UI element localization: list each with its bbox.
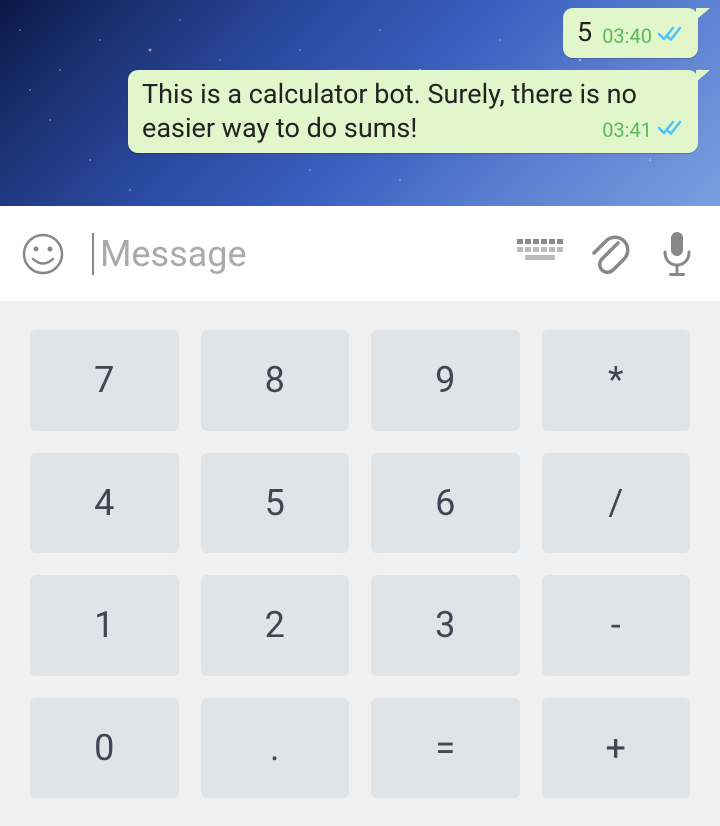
message-text: 5 xyxy=(577,16,592,48)
key-minus[interactable]: - xyxy=(542,575,691,676)
mic-icon[interactable] xyxy=(652,229,702,279)
read-ticks-icon xyxy=(658,25,686,47)
key-plus[interactable]: + xyxy=(542,698,691,799)
message-meta: 03:41 xyxy=(602,118,686,142)
chat-background: 5 03:40 This is a calculator bot. Surely… xyxy=(0,0,720,206)
emoji-icon[interactable] xyxy=(18,229,68,279)
key-0[interactable]: 0 xyxy=(30,698,179,799)
keyboard-icon[interactable] xyxy=(516,229,566,279)
key-6[interactable]: 6 xyxy=(371,453,520,554)
key-3[interactable]: 3 xyxy=(371,575,520,676)
message-bubble[interactable]: 5 03:40 xyxy=(563,8,698,58)
attach-icon[interactable] xyxy=(584,229,634,279)
read-ticks-icon xyxy=(658,119,686,141)
key-5[interactable]: 5 xyxy=(201,453,350,554)
message-time: 03:40 xyxy=(602,24,652,48)
message-text: This is a calculator bot. Surely, there … xyxy=(142,78,637,144)
message-input[interactable]: Message xyxy=(92,233,498,275)
key-2[interactable]: 2 xyxy=(201,575,350,676)
key-1[interactable]: 1 xyxy=(30,575,179,676)
calculator-keyboard: 7 8 9 * 4 5 6 / 1 2 3 - 0 . = + xyxy=(0,302,720,826)
message-meta: 03:40 xyxy=(602,24,686,48)
key-equals[interactable]: = xyxy=(371,698,520,799)
key-8[interactable]: 8 xyxy=(201,330,350,431)
key-9[interactable]: 9 xyxy=(371,330,520,431)
message-time: 03:41 xyxy=(602,118,652,142)
message-bubble[interactable]: This is a calculator bot. Surely, there … xyxy=(128,70,698,154)
key-dot[interactable]: . xyxy=(201,698,350,799)
key-multiply[interactable]: * xyxy=(542,330,691,431)
key-4[interactable]: 4 xyxy=(30,453,179,554)
key-divide[interactable]: / xyxy=(542,453,691,554)
message-input-bar: Message xyxy=(0,206,720,302)
key-7[interactable]: 7 xyxy=(30,330,179,431)
